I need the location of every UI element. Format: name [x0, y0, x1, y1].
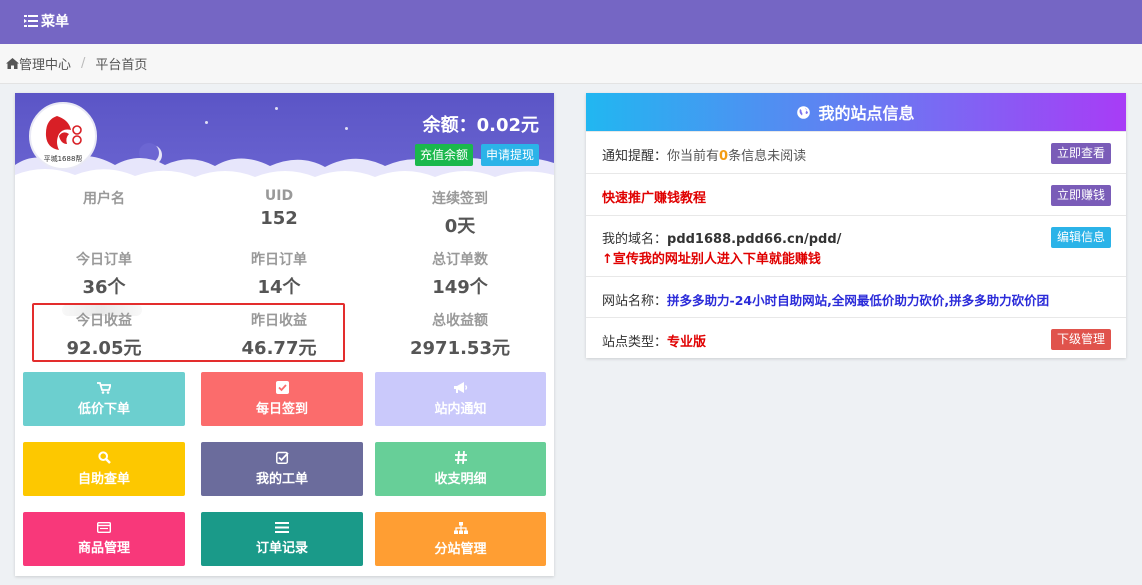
- breadcrumb-current: 平台首页: [95, 58, 148, 73]
- site-name-row: 网站名称：拼多多助力-24小时自助网站,全网最低价助力砍价,拼多多助力砍价团: [586, 276, 1126, 317]
- view-now-button[interactable]: 立即查看: [1050, 143, 1111, 164]
- stat-username: 用户名: [19, 188, 189, 212]
- stat-label: 今日订单: [76, 252, 132, 268]
- earn-now-button[interactable]: 立即赚钱: [1050, 185, 1111, 206]
- notice-suffix: 条信息未阅读: [728, 149, 807, 164]
- tile-my-tickets[interactable]: 我的工单: [201, 442, 363, 496]
- tile-label: 订单记录: [255, 541, 308, 556]
- stat-yesterday-orders: 昨日订单 14个: [194, 249, 364, 299]
- star-decoration: [275, 107, 278, 110]
- globe-icon: [797, 105, 811, 119]
- stat-total-income: 总收益额 2971.53元: [375, 310, 545, 360]
- site-info-title: 我的站点信息: [818, 104, 915, 123]
- tile-daily-checkin[interactable]: 每日签到: [201, 372, 363, 426]
- site-name-value: 拼多多助力-24小时自助网站,全网最低价助力砍价,拼多多助力砍价团: [667, 293, 1050, 308]
- cart-icon: [97, 381, 111, 394]
- stat-label: 连续签到: [432, 191, 488, 207]
- site-name-label: 网站名称：: [602, 294, 668, 309]
- tile-label: 商品管理: [77, 541, 130, 556]
- domain-tip: ↑宣传我的网址别人进入下单就能赚钱: [602, 252, 821, 267]
- stat-label: 用户名: [83, 191, 125, 207]
- home-icon: [6, 58, 19, 69]
- site-type-value: 专业版: [667, 335, 707, 350]
- tile-site-notice[interactable]: 站内通知: [375, 372, 546, 426]
- notice-label: 通知提醒：: [602, 149, 668, 164]
- list-icon: [275, 522, 289, 533]
- stat-label: UID: [264, 188, 294, 204]
- tile-label: 低价下单: [77, 401, 130, 417]
- sub-management-button[interactable]: 下级管理: [1050, 329, 1111, 350]
- star-decoration: [345, 127, 348, 130]
- stat-value: 36个: [82, 277, 126, 298]
- domain-value[interactable]: pdd1688.pdd66.cn/pdd/: [667, 232, 841, 247]
- site-info-panel: 我的站点信息 通知提醒：你当前有0条信息未阅读 立即查看 快速推广赚钱教程 立即…: [586, 93, 1126, 358]
- breadcrumb-home[interactable]: 管理中心: [6, 54, 71, 73]
- menu-icon: [24, 15, 38, 27]
- stat-total-orders: 总订单数 149个: [375, 249, 545, 299]
- tile-label: 自助查单: [77, 472, 130, 487]
- tile-self-query[interactable]: 自助查单: [23, 442, 185, 496]
- card-icon: [97, 522, 111, 533]
- site-logo: 平城1688帮: [29, 102, 97, 170]
- logo-mark: 平城1688帮: [44, 116, 83, 163]
- breadcrumb-separator: /: [81, 56, 86, 71]
- breadcrumb: 管理中心 / 平台首页: [0, 44, 1142, 84]
- edit-info-button[interactable]: 编辑信息: [1050, 227, 1111, 248]
- search-icon: [97, 451, 111, 464]
- check-square-icon: [275, 381, 289, 394]
- site-type-row: 站点类型：专业版 下级管理: [586, 317, 1126, 358]
- user-card-header: 平城1688帮 余额：0.02元 充值余额 申请提现: [15, 93, 554, 193]
- withdraw-button[interactable]: 申请提现: [480, 144, 539, 166]
- stat-value: 0天: [444, 216, 476, 237]
- stat-value: 14个: [257, 277, 301, 298]
- stat-label: 昨日订单: [251, 252, 307, 268]
- stat-value: 2971.53元: [410, 338, 510, 359]
- star-decoration: [205, 121, 208, 124]
- stat-uid: UID 152: [194, 188, 364, 229]
- menu-label: 菜单: [41, 14, 69, 30]
- notice-row: 通知提醒：你当前有0条信息未阅读 立即查看: [586, 131, 1126, 173]
- site-info-header: 我的站点信息: [586, 93, 1126, 131]
- income-highlight-box: [32, 303, 345, 362]
- stat-today-orders: 今日订单 36个: [19, 249, 189, 299]
- stat-value: 149个: [432, 277, 488, 298]
- breadcrumb-home-label: 管理中心: [19, 58, 72, 73]
- tile-label: 我的工单: [255, 472, 308, 487]
- logo-text: 平城1688帮: [44, 154, 83, 163]
- balance-amount: 余额：0.02元: [422, 115, 539, 136]
- notice-count: 0: [719, 149, 729, 164]
- tile-product-management[interactable]: 商品管理: [23, 512, 185, 566]
- stat-label: 总订单数: [432, 252, 488, 268]
- tile-label: 每日签到: [255, 402, 308, 417]
- tile-order-records[interactable]: 订单记录: [201, 512, 363, 566]
- sitemap-icon: [453, 521, 468, 534]
- top-navbar: 菜单: [0, 0, 1142, 44]
- promo-row: 快速推广赚钱教程 立即赚钱: [586, 173, 1126, 215]
- stat-label: 总收益额: [432, 313, 488, 329]
- tile-income-details[interactable]: 收支明细: [375, 442, 546, 496]
- notice-prefix: 你当前有: [667, 149, 720, 164]
- tile-substation-management[interactable]: 分站管理: [375, 512, 546, 566]
- tile-low-price-order[interactable]: 低价下单: [23, 372, 185, 426]
- stat-value: 152: [260, 208, 298, 229]
- tile-label: 收支明细: [434, 472, 487, 487]
- menu-button[interactable]: 菜单: [24, 11, 69, 31]
- tile-label: 分站管理: [434, 541, 487, 557]
- edit-check-icon: [275, 451, 289, 464]
- promo-tutorial-link[interactable]: 快速推广赚钱教程: [602, 187, 706, 206]
- domain-row: 我的域名：pdd1688.pdd66.cn/pdd/ ↑宣传我的网址别人进入下单…: [586, 215, 1126, 276]
- stat-checkin-streak: 连续签到 0天: [375, 188, 545, 238]
- hashtag-icon: [454, 451, 467, 464]
- site-type-label: 站点类型：: [602, 335, 668, 350]
- user-card: 平城1688帮 余额：0.02元 充值余额 申请提现 用户名 UID 152 连…: [15, 93, 554, 576]
- megaphone-icon: [454, 381, 468, 393]
- tile-label: 站内通知: [434, 401, 487, 417]
- recharge-button[interactable]: 充值余额: [414, 144, 473, 166]
- domain-label: 我的域名：: [602, 232, 668, 247]
